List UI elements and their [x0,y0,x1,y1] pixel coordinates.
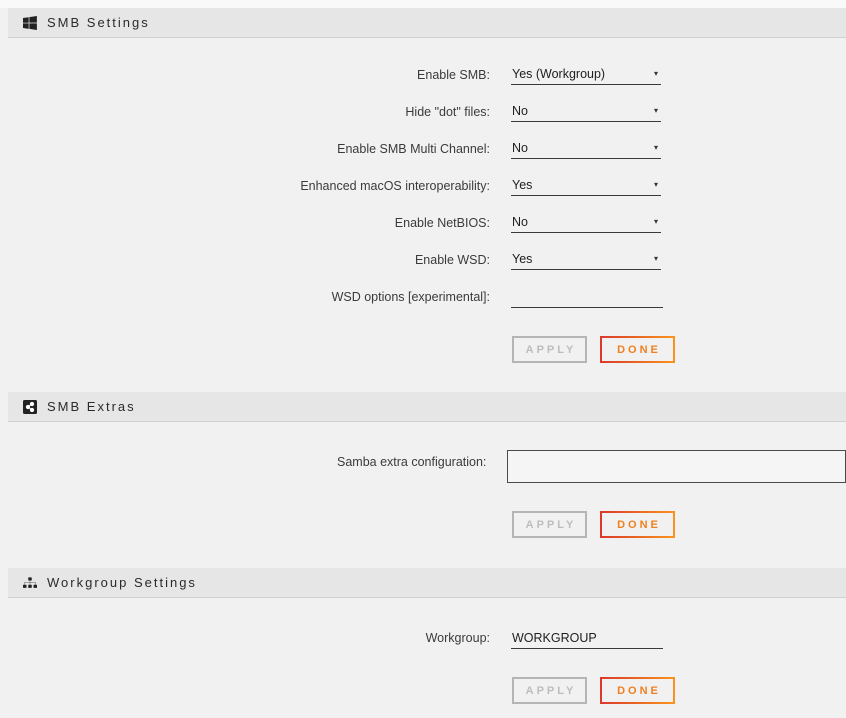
field-label: Enhanced macOS interoperability: [0,173,490,193]
share-square-icon [23,400,37,414]
page-top-margin [0,0,846,8]
netbios-select[interactable]: No ▾ [511,210,661,233]
enable-smb-select[interactable]: Yes (Workgroup) ▾ [511,62,661,85]
smb-extras-buttons: APPLY DONE [512,511,846,538]
apply-button[interactable]: APPLY [512,677,587,704]
workgroup-row: Workgroup: [0,625,846,662]
smb-settings-section: SMB Settings Enable SMB: Yes (Workgroup)… [0,8,846,363]
workgroup-input[interactable] [511,625,663,649]
section-title: Workgroup Settings [47,575,197,590]
field-label: Enable SMB Multi Channel: [0,136,490,156]
chevron-down-icon: ▾ [654,70,658,78]
hide-dot-files-select[interactable]: No ▾ [511,99,661,122]
chevron-down-icon: ▾ [654,218,658,226]
samba-extra-config-row: Samba extra configuration: [0,450,846,483]
chevron-down-icon: ▾ [654,255,658,263]
select-value: Yes [512,178,532,192]
smb-multichannel-row: Enable SMB Multi Channel: No ▾ [0,136,846,173]
enable-smb-row: Enable SMB: Yes (Workgroup) ▾ [0,62,846,99]
apply-button[interactable]: APPLY [512,511,587,538]
select-value: No [512,215,528,229]
netbios-row: Enable NetBIOS: No ▾ [0,210,846,247]
workgroup-settings-section: Workgroup Settings Workgroup: APPLY DONE [0,568,846,704]
sitemap-icon [23,576,37,590]
chevron-down-icon: ▾ [654,107,658,115]
smb-settings-header: SMB Settings [8,8,846,38]
field-label: Enable SMB: [0,62,490,82]
done-button[interactable]: DONE [600,336,675,363]
field-label: Hide "dot" files: [0,99,490,119]
select-value: Yes (Workgroup) [512,67,605,81]
smb-extras-header: SMB Extras [8,392,846,422]
macos-interop-select[interactable]: Yes ▾ [511,173,661,196]
smb-multichannel-select[interactable]: No ▾ [511,136,661,159]
field-label: Workgroup: [0,625,490,645]
wsd-select[interactable]: Yes ▾ [511,247,661,270]
apply-button[interactable]: APPLY [512,336,587,363]
section-title: SMB Settings [47,15,150,30]
select-value: No [512,104,528,118]
done-button[interactable]: DONE [600,511,675,538]
hide-dot-files-row: Hide "dot" files: No ▾ [0,99,846,136]
samba-extra-config-textarea[interactable] [507,450,846,483]
smb-extras-section: SMB Extras Samba extra configuration: AP… [0,392,846,538]
wsd-options-row: WSD options [experimental]: [0,284,846,321]
windows-icon [23,16,37,30]
chevron-down-icon: ▾ [654,144,658,152]
macos-interop-row: Enhanced macOS interoperability: Yes ▾ [0,173,846,210]
field-label: Samba extra configuration: [0,450,486,469]
wsd-row: Enable WSD: Yes ▾ [0,247,846,284]
workgroup-buttons: APPLY DONE [512,677,846,704]
section-title: SMB Extras [47,399,136,414]
select-value: Yes [512,252,532,266]
done-button[interactable]: DONE [600,677,675,704]
field-label: Enable WSD: [0,247,490,267]
chevron-down-icon: ▾ [654,181,658,189]
smb-settings-buttons: APPLY DONE [512,336,846,363]
field-label: WSD options [experimental]: [0,284,490,304]
select-value: No [512,141,528,155]
wsd-options-input[interactable] [511,284,663,308]
workgroup-settings-header: Workgroup Settings [8,568,846,598]
field-label: Enable NetBIOS: [0,210,490,230]
